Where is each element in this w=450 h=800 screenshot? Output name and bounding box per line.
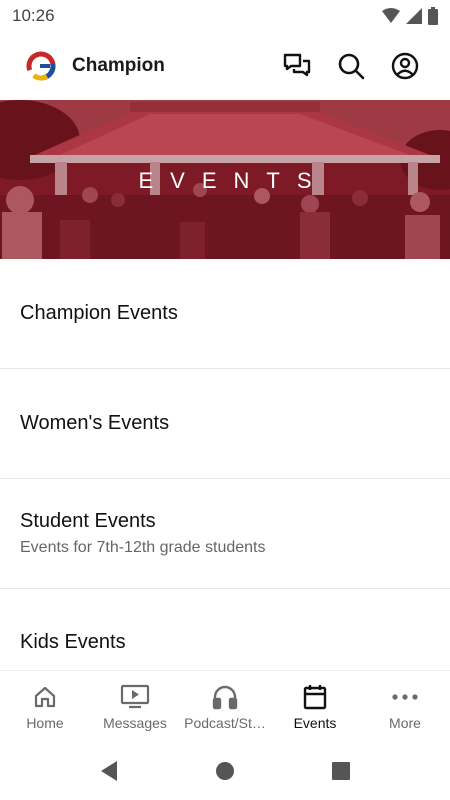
nav-item-more[interactable]: More [360,671,450,742]
search-icon [338,53,365,80]
status-bar: 10:26 [0,0,450,32]
list-item-champion-events[interactable]: Champion Events [0,259,450,369]
back-icon [101,761,117,781]
home-circle-icon [216,762,234,780]
app-actions [282,51,420,81]
back-button[interactable] [51,760,167,782]
account-icon [391,52,419,80]
headphones-icon [212,685,238,710]
list-item-title: Kids Events [20,631,126,653]
bottom-nav: Home Messages Podcast/St… Events More [0,670,450,742]
battery-icon [428,7,438,25]
list-item-subtitle: Events for 7th-12th grade students [20,539,266,556]
nav-item-events[interactable]: Events [270,671,360,742]
chat-icon [283,53,311,77]
recents-icon [332,762,350,780]
tv-play-icon [120,684,150,709]
system-nav-bar [0,742,450,800]
events-list: Champion Events Women's Events Student E… [0,259,450,699]
home-icon [34,686,56,708]
signal-icon [406,8,422,24]
nav-label: More [389,715,421,731]
list-item-student-events[interactable]: Student Events Events for 7th-12th grade… [0,479,450,589]
list-item-title: Women's Events [20,412,170,434]
status-time: 10:26 [12,6,55,25]
nav-label: Podcast/St… [184,715,266,731]
status-icons [382,7,438,25]
champion-logo [26,51,56,81]
recents-button[interactable] [283,761,399,781]
chat-button[interactable] [282,51,312,81]
calendar-icon [303,685,327,710]
wifi-icon [382,8,400,23]
list-item-womens-events[interactable]: Women's Events [0,369,450,479]
nav-item-messages[interactable]: Messages [90,671,180,742]
list-item-title: Champion Events [20,302,178,324]
home-button[interactable] [167,761,283,781]
events-banner: EVENTS [0,100,450,259]
nav-label: Messages [103,715,167,731]
app-bar: Champion [0,32,450,100]
app-title: Champion [72,55,165,76]
more-dots-icon [392,694,418,700]
profile-button[interactable] [390,51,420,81]
nav-item-podcast[interactable]: Podcast/St… [180,671,270,742]
nav-label: Events [293,715,337,731]
search-button[interactable] [336,51,366,81]
list-item-title: Student Events [20,510,156,532]
banner-title: EVENTS [138,168,329,193]
nav-item-home[interactable]: Home [0,671,90,742]
nav-label: Home [26,715,64,731]
